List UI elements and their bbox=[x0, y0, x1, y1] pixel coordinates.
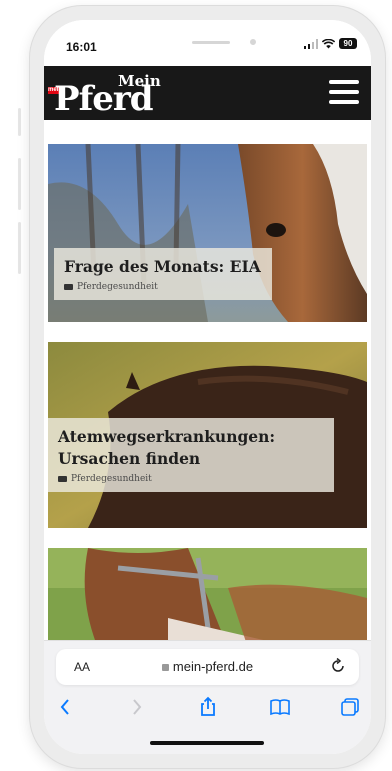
url-text: mein-pferd.de bbox=[172, 659, 254, 674]
article-card[interactable]: Frage des Monats: EIA Pferdegesundheit bbox=[48, 144, 367, 322]
volume-up-button bbox=[18, 158, 21, 210]
browser-toolbar bbox=[44, 695, 371, 723]
lock-icon bbox=[161, 664, 169, 671]
menu-icon bbox=[329, 80, 359, 104]
signal-icon bbox=[304, 38, 318, 49]
battery-icon: 90 bbox=[339, 38, 357, 49]
article-title[interactable]: Atemwegserkrankungen: Ursachen finden bbox=[58, 426, 288, 470]
folder-icon bbox=[58, 476, 67, 482]
browser-chrome: AA mein-pferd.de bbox=[44, 640, 371, 754]
screenshot-canvas: 16:01 90 mein Mein Pferd Frage des Monat… bbox=[0, 0, 392, 771]
reload-icon[interactable] bbox=[329, 657, 347, 675]
phone-frame: 16:01 90 mein Mein Pferd Frage des Monat… bbox=[30, 6, 385, 768]
tabs-icon[interactable] bbox=[338, 695, 362, 719]
article-category[interactable]: Pferdegesundheit bbox=[64, 282, 262, 292]
status-bar: 16:01 90 bbox=[44, 20, 371, 66]
speaker-grille bbox=[192, 41, 230, 44]
back-icon[interactable] bbox=[54, 695, 78, 719]
share-icon[interactable] bbox=[196, 695, 220, 719]
mute-switch bbox=[18, 108, 21, 136]
volume-down-button bbox=[18, 222, 21, 274]
status-icons: 90 bbox=[304, 38, 357, 49]
folder-icon bbox=[64, 284, 73, 290]
article-title[interactable]: Frage des Monats: EIA bbox=[64, 256, 262, 278]
home-indicator[interactable] bbox=[150, 741, 264, 745]
article-card[interactable]: Atemwegserkrankungen: Ursachen finden Pf… bbox=[48, 342, 367, 528]
bookmarks-icon[interactable] bbox=[268, 695, 292, 719]
article-image-horse-halter bbox=[48, 548, 367, 640]
article-caption: Frage des Monats: EIA Pferdegesundheit bbox=[54, 248, 272, 300]
logo-main-text: Pferd bbox=[54, 79, 154, 119]
article-category[interactable]: Pferdegesundheit bbox=[58, 474, 324, 484]
site-header: mein Mein Pferd bbox=[44, 66, 371, 120]
front-camera bbox=[250, 39, 256, 45]
phone-screen: 16:01 90 mein Mein Pferd Frage des Monat… bbox=[44, 20, 371, 754]
forward-icon[interactable] bbox=[124, 695, 148, 719]
wifi-icon bbox=[322, 38, 335, 48]
article-card[interactable] bbox=[48, 548, 367, 640]
menu-button[interactable] bbox=[329, 80, 359, 106]
article-caption: Atemwegserkrankungen: Ursachen finden Pf… bbox=[48, 418, 334, 492]
url-display[interactable]: mein-pferd.de bbox=[56, 659, 359, 674]
status-time: 16:01 bbox=[66, 40, 97, 54]
article-feed[interactable]: Frage des Monats: EIA Pferdegesundheit A… bbox=[44, 120, 371, 640]
article-category-label: Pferdegesundheit bbox=[77, 282, 158, 292]
site-logo[interactable]: mein Mein Pferd bbox=[48, 70, 188, 119]
article-category-label: Pferdegesundheit bbox=[71, 474, 152, 484]
address-bar[interactable]: AA mein-pferd.de bbox=[56, 649, 359, 685]
